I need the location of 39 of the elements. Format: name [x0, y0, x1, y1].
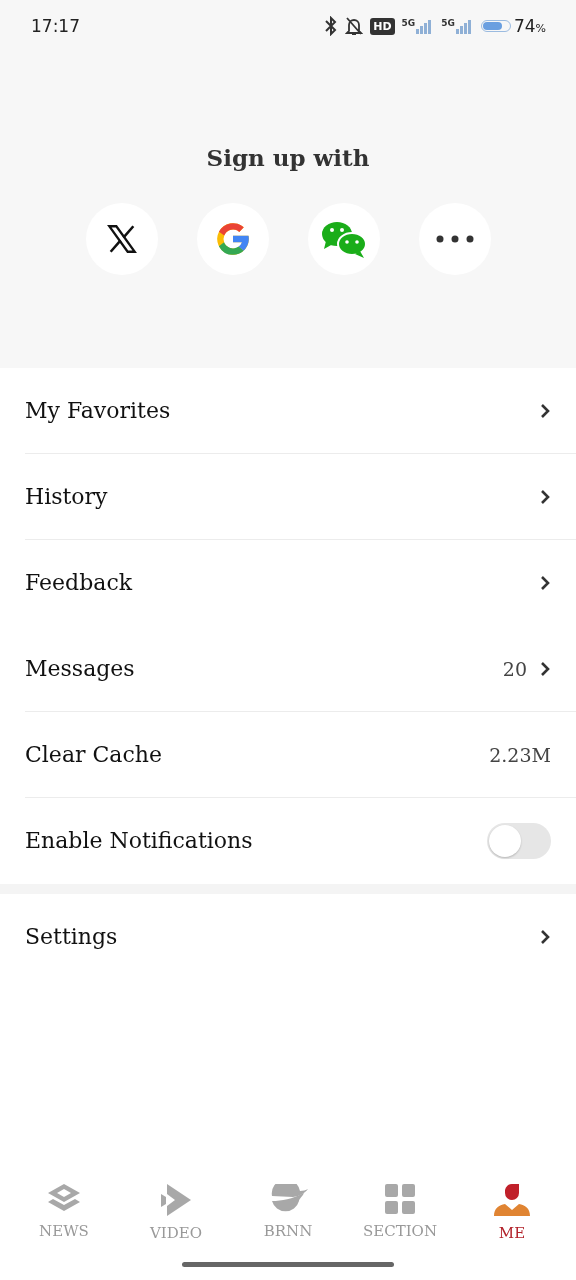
layers-icon	[48, 1184, 80, 1214]
cache-size: 2.23M	[489, 743, 551, 766]
signup-title: Sign up with	[206, 144, 370, 171]
menu-label: History	[25, 484, 109, 509]
clock: 17:17	[31, 16, 80, 36]
menu-label: Feedback	[25, 570, 134, 595]
menu-item[interactable]: Clear Cache 2.23M	[25, 712, 576, 798]
bell-off-icon	[345, 16, 364, 36]
chevron-right-icon	[539, 487, 551, 506]
menu-item[interactable]: Feedback	[25, 540, 576, 626]
chevron-right-icon	[539, 659, 551, 678]
signal-icon	[455, 18, 474, 34]
chevron-right-icon	[539, 401, 551, 420]
x-logo-icon	[104, 222, 139, 256]
count: 20	[502, 657, 527, 680]
grid-icon	[385, 1184, 415, 1214]
menu-item[interactable]: Settings	[25, 894, 576, 980]
menu-label: Clear Cache	[25, 742, 163, 767]
bluetooth-icon	[324, 16, 339, 36]
play-icon	[161, 1184, 191, 1216]
chevron-right-icon	[539, 927, 551, 946]
menu-item[interactable]: History	[25, 454, 576, 540]
battery-percent: 74%	[513, 16, 546, 36]
network-type: 5G	[401, 18, 416, 28]
menu-item[interactable]: Enable Notifications	[25, 798, 576, 884]
menu-label: Enable Notifications	[25, 828, 254, 853]
menu-label: My Favorites	[25, 398, 172, 423]
menu-label: Messages	[25, 656, 136, 681]
tab[interactable]: ME	[458, 1176, 566, 1250]
menu-label: Settings	[25, 924, 119, 949]
menu-item[interactable]: My Favorites	[25, 368, 576, 454]
menu-item[interactable]: Messages 20	[25, 626, 576, 712]
network-type: 5G	[441, 18, 455, 28]
person-icon	[494, 1184, 530, 1216]
chat-bubbles-icon	[319, 219, 368, 259]
chevron-right-icon	[539, 573, 551, 592]
hd-badge: HD	[370, 17, 395, 35]
more-icon	[434, 235, 475, 243]
toggle-switch[interactable]	[487, 822, 551, 859]
